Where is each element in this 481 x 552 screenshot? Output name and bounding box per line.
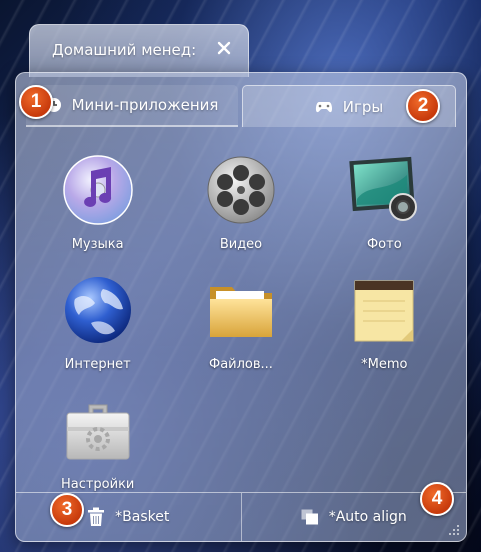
callout-marker-2: 2	[406, 89, 440, 123]
app-photo[interactable]: Фото	[313, 151, 456, 259]
gamepad-icon	[315, 101, 333, 113]
app-grid: Музыка Видео Фото Интернет Файлов... *Me…	[26, 151, 456, 499]
app-memo-label: *Memo	[361, 357, 408, 372]
callout-marker-1: 1	[19, 85, 53, 119]
app-files[interactable]: Файлов...	[169, 271, 312, 379]
folder-icon	[202, 271, 280, 349]
music-icon	[59, 151, 137, 229]
app-memo[interactable]: *Memo	[313, 271, 456, 379]
app-internet-label: Интернет	[64, 357, 131, 372]
callout-marker-4: 4	[420, 482, 454, 516]
tab-games-label: Игры	[342, 97, 384, 116]
close-icon	[217, 41, 231, 55]
basket-button[interactable]: *Basket	[16, 493, 241, 541]
home-manager-panel: Мини-приложения Игры Музыка Видео Фото И…	[15, 72, 467, 542]
photo-icon	[345, 151, 423, 229]
memo-icon	[345, 271, 423, 349]
auto-align-icon	[301, 509, 319, 525]
app-music-label: Музыка	[71, 237, 124, 252]
toolbox-icon	[59, 391, 137, 469]
close-button[interactable]	[212, 36, 236, 60]
app-photo-label: Фото	[366, 237, 402, 252]
trash-icon	[87, 507, 105, 527]
app-internet[interactable]: Интернет	[26, 271, 169, 379]
callout-marker-3: 3	[50, 493, 84, 527]
tab-widgets-label: Мини-приложения	[71, 96, 219, 114]
resize-grip[interactable]	[446, 521, 460, 535]
film-reel-icon	[202, 151, 280, 229]
tab-widgets[interactable]: Мини-приложения	[26, 85, 238, 127]
app-video-label: Видео	[219, 237, 263, 252]
app-settings-label: Настройки	[60, 477, 135, 492]
app-files-label: Файлов...	[209, 357, 273, 372]
app-music[interactable]: Музыка	[26, 151, 169, 259]
panel-footer: *Basket *Auto align	[16, 492, 466, 541]
basket-label: *Basket	[115, 509, 170, 525]
app-settings[interactable]: Настройки	[26, 391, 169, 499]
globe-icon	[59, 271, 137, 349]
app-video[interactable]: Видео	[169, 151, 312, 259]
window-title: Домашний менед:	[52, 41, 197, 59]
auto-align-label: *Auto align	[328, 509, 407, 525]
window-title-tab: Домашний менед:	[29, 24, 249, 77]
tab-bar: Мини-приложения Игры	[24, 85, 458, 127]
